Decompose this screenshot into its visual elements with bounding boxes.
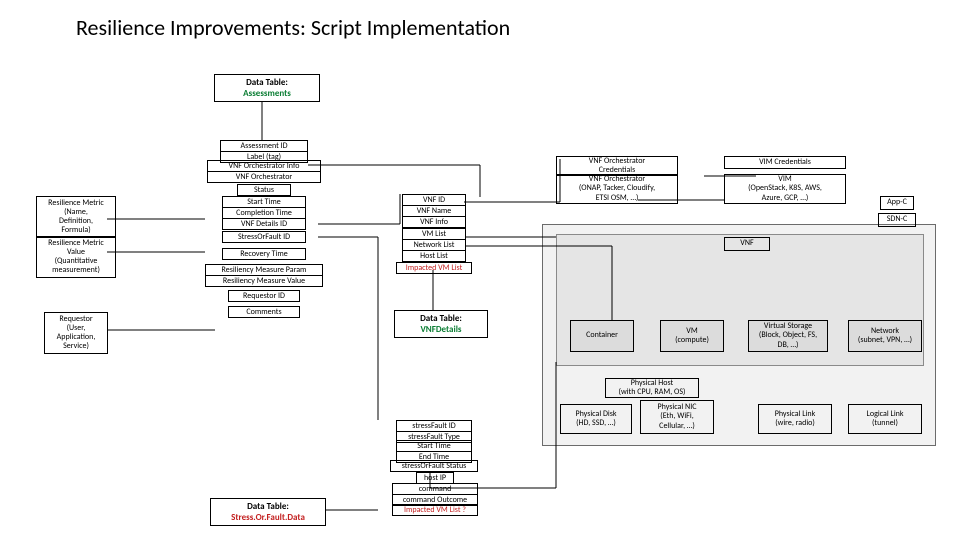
- sdnc: SDN-C: [878, 213, 916, 227]
- assess-stressid: StressOrFault ID: [222, 231, 306, 243]
- vstorage: Virtual Storage (Block, Object, FS, DB, …: [748, 320, 828, 352]
- appc: App-C: [880, 196, 914, 210]
- vm: VM (compute): [660, 320, 724, 352]
- assess-comments: Comments: [228, 306, 300, 318]
- assess-requestor: Requestor ID: [228, 290, 300, 302]
- assess-orch: VNF Orchestrator Info VNF Orchestrator: [207, 160, 321, 183]
- vnf-lists: VM List Network List Host List: [402, 228, 466, 262]
- vnf-id: VNF ID VNF Name VNF Info: [402, 194, 466, 228]
- ph-host: Physical Host (with CPU, RAM, OS): [605, 378, 699, 398]
- network: Network (subnet, VPN, …): [848, 320, 922, 352]
- assess-status: Status: [237, 184, 291, 196]
- vim: VIM (OpenStack, K8S, AWS, Azure, GCP, …): [724, 174, 846, 204]
- fault-cmd: command command Outcome: [392, 483, 478, 506]
- ph-link: Physical Link (wire, radio): [758, 404, 832, 434]
- orch: VNF Orchestrator (ONAP, Tacker, Cloudify…: [556, 174, 678, 204]
- ph-nic: Physical NIC (Eth, WiFi, Cellular, …): [640, 400, 714, 434]
- container: Container: [570, 320, 634, 352]
- table-vnfdetails-title: Data Table: VNFDetails: [394, 310, 488, 338]
- orch-cred: VNF Orchestrator Credentials: [556, 156, 678, 176]
- fault-impacted: Impacted VM List ?: [392, 504, 478, 516]
- requestor-box: Requestor (User, Application, Service): [44, 312, 108, 354]
- vim-cred: VIM Credentials: [724, 156, 846, 169]
- vnf-box: VNF: [724, 237, 770, 251]
- resilience-value: Resilience Metric Value (Quantitative me…: [36, 236, 116, 278]
- assess-times: Start Time Completion Time: [222, 196, 306, 219]
- fault-status: stressOrFault Status: [390, 460, 478, 472]
- table-stressfault-title: Data Table: Stress.Or.Fault.Data: [210, 498, 326, 526]
- vnf-impacted: Impacted VM List: [396, 262, 472, 274]
- table-assessments-title: Data Table: Assessments: [214, 74, 320, 102]
- ph-disk: Physical Disk (HD, SSD, …): [560, 404, 632, 434]
- assess-recovery: Recovery Time: [222, 248, 306, 260]
- log-link: Logical Link (tunnel): [848, 404, 922, 434]
- page-title: Resilience Improvements: Script Implemen…: [0, 0, 960, 41]
- assess-vnfdetails: VNF Details ID: [222, 218, 306, 230]
- assess-res: Resiliency Measure Param Resiliency Meas…: [205, 264, 323, 287]
- resilience-metric: Resilience Metric (Name, Definition, For…: [36, 196, 116, 238]
